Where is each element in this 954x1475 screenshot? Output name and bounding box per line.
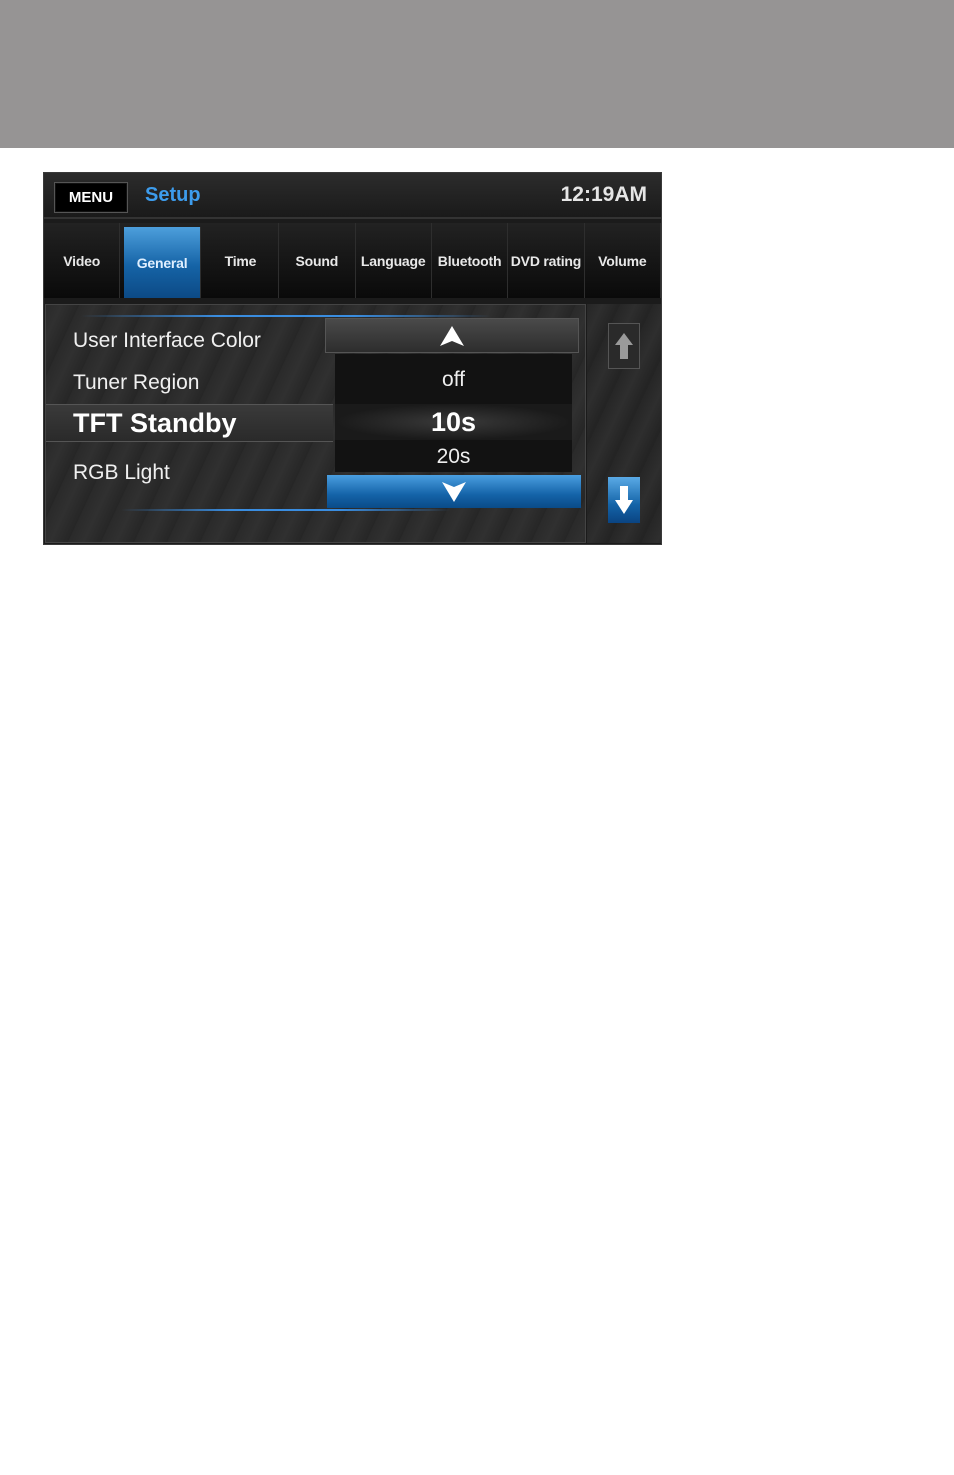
header-bar: MENU Setup 12:19AM — [44, 173, 661, 219]
picker-option-20s[interactable]: 20s — [335, 445, 572, 469]
picker-up-button[interactable] — [325, 318, 579, 353]
tab-sound[interactable]: Sound — [279, 223, 356, 298]
setting-tft-standby[interactable]: TFT Standby — [46, 404, 333, 442]
tab-time[interactable]: Time — [203, 223, 280, 298]
scroll-up-button[interactable] — [608, 323, 640, 369]
setting-rgb-light[interactable]: RGB Light — [46, 461, 333, 491]
tab-general[interactable]: General — [124, 227, 201, 298]
picker-option-off[interactable]: off — [335, 368, 572, 392]
clock: 12:19AM — [560, 183, 647, 206]
tab-video[interactable]: Video — [44, 223, 121, 298]
settings-panel: User Interface Color Tuner Region TFT St… — [45, 304, 586, 543]
scroll-column — [587, 304, 661, 543]
tab-dvd-rating[interactable]: DVD rating — [508, 223, 585, 298]
arrow-down-icon — [615, 486, 633, 514]
divider-glow — [81, 315, 491, 317]
picker-down-button[interactable] — [327, 475, 581, 508]
tab-language[interactable]: Language — [356, 223, 432, 298]
caret-up-icon — [440, 325, 464, 346]
picker-option-selected[interactable]: 10s — [335, 404, 572, 440]
setting-user-interface-color[interactable]: User Interface Color — [46, 329, 333, 359]
head-unit-screen: MENU Setup 12:19AM Video General Time So… — [43, 172, 662, 545]
tab-bar: Video General Time Sound Language Blueto… — [44, 223, 661, 298]
menu-button[interactable]: MENU — [54, 182, 128, 213]
divider-glow — [121, 509, 451, 511]
scroll-down-button[interactable] — [608, 477, 640, 523]
page-title: Setup — [145, 184, 201, 206]
arrow-up-icon — [615, 333, 633, 359]
value-picker: off 10s 20s — [335, 354, 572, 472]
tab-bluetooth[interactable]: Bluetooth — [432, 223, 509, 298]
tab-volume[interactable]: Volume — [585, 223, 661, 298]
top-banner — [0, 0, 954, 148]
caret-down-icon — [442, 481, 466, 502]
setting-tuner-region[interactable]: Tuner Region — [46, 371, 333, 401]
